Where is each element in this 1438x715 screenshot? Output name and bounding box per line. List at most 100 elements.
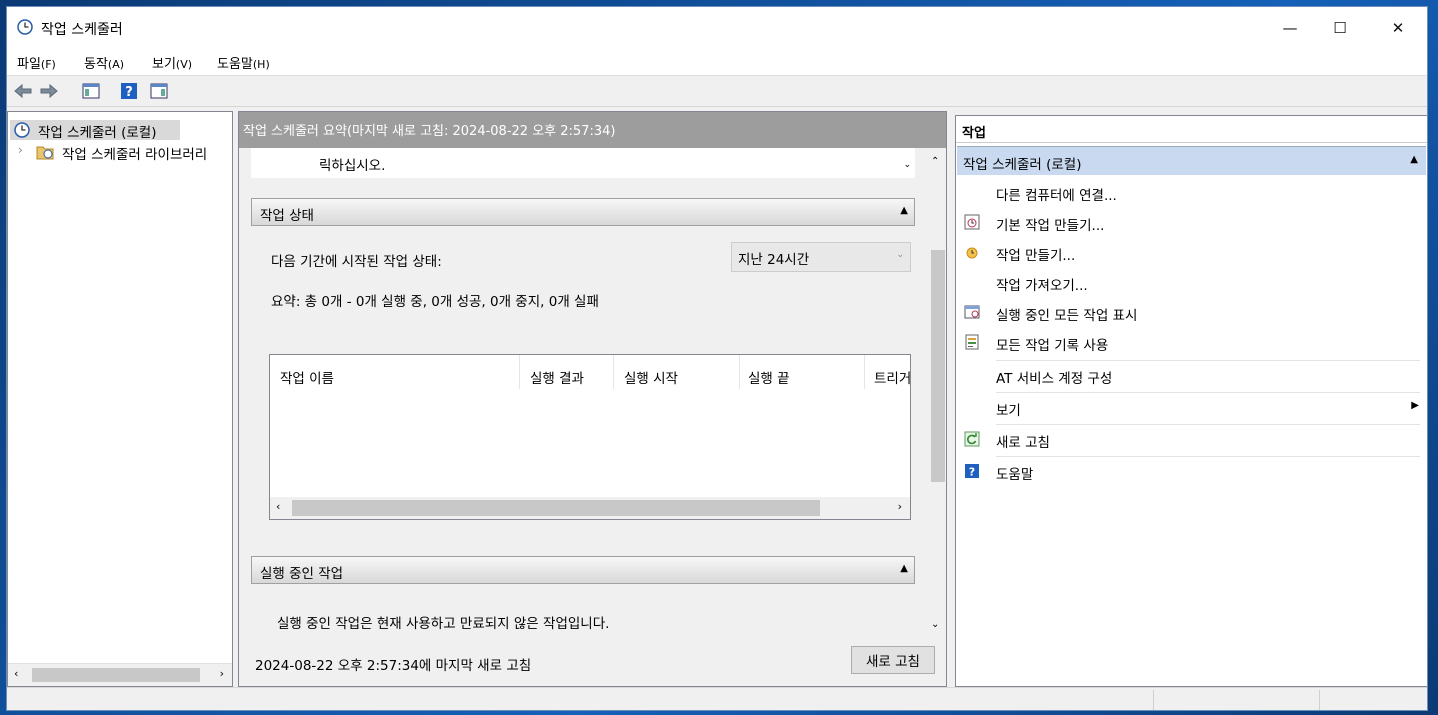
col-divider [613,355,614,389]
menu-action[interactable]: 동작(A) [84,53,124,72]
tree-horizontal-scrollbar[interactable]: ‹ › [8,663,232,686]
summary-pane: 작업 스케줄러 요약(마지막 새로 고침: 2024-08-22 오후 2:57… [238,111,947,687]
col-divider [739,355,740,389]
expand-chevron-icon[interactable]: › [18,143,23,157]
scroll-thumb[interactable] [292,500,820,516]
collapse-arrow-icon[interactable]: ▲ [900,205,908,216]
running-tasks-body: 실행 중인 작업은 현재 사용하고 만료되지 않은 작업입니다. [251,584,915,632]
clock-icon [14,122,30,138]
action-label: 새로 고침 [996,435,1050,451]
menu-view[interactable]: 보기(V) [152,53,192,72]
menu-help[interactable]: 도움말(H) [217,53,270,72]
overview-scroll-down-icon[interactable]: ⌄ [903,160,911,170]
action-view[interactable]: 보기 ▶ [956,393,1425,423]
toolbar: ? [7,76,1427,107]
running-tasks-icon [964,305,980,319]
table-horizontal-scrollbar[interactable]: ‹ › [270,497,910,519]
show-hide-tree-icon[interactable] [81,81,101,101]
summary-vertical-scrollbar[interactable]: ⌃ ⌄ [929,154,945,632]
action-label: 도움말 [996,467,1034,483]
scroll-thumb[interactable] [32,668,200,682]
history-icon [965,334,979,350]
running-tasks-title: 실행 중인 작업 [260,566,344,582]
action-display-running-tasks[interactable]: 실행 중인 모든 작업 표시 [956,298,1425,328]
maximize-button[interactable]: ☐ [1317,7,1363,48]
col-task-name[interactable]: 작업 이름 [280,367,334,387]
help-icon: ? [965,464,979,479]
scroll-right-icon[interactable]: › [898,500,902,513]
action-label: AT 서비스 계정 구성 [996,371,1113,387]
action-enable-history[interactable]: 모든 작업 기록 사용 [956,328,1425,358]
period-dropdown[interactable]: 지난 24시간 ⌄ [731,242,911,272]
svg-text:?: ? [125,85,133,100]
task-status-title: 작업 상태 [260,208,314,224]
menu-file[interactable]: 파일(F) [17,53,56,72]
col-divider [864,355,865,389]
scroll-thumb[interactable] [931,250,945,482]
submenu-arrow-icon: ▶ [1411,400,1419,411]
scroll-right-icon[interactable]: › [220,667,224,680]
action-import-task[interactable]: 작업 가져오기... [956,268,1425,298]
action-label: 보기 [996,403,1021,419]
actions-title: 작업 [962,126,986,141]
scroll-left-icon[interactable]: ‹ [14,667,18,680]
svg-text:?: ? [969,466,975,479]
status-summary: 요약: 총 0개 - 0개 실행 중, 0개 성공, 0개 중지, 0개 실패 [271,294,599,310]
window-title: 작업 스케줄러 [41,22,123,38]
running-tasks-section-header[interactable]: 실행 중인 작업 ▲ [251,556,915,584]
task-status-section-header[interactable]: 작업 상태 ▲ [251,198,915,226]
tree-item-library[interactable]: › 작업 스케줄러 라이브러리 [16,142,232,162]
action-refresh[interactable]: 새로 고침 [956,425,1425,455]
clock-icon [17,19,33,35]
collapse-arrow-icon[interactable]: ▲ [900,563,908,574]
col-divider [519,355,520,389]
action-connect-computer[interactable]: 다른 컴퓨터에 연결... [956,178,1425,208]
forward-arrow-icon[interactable] [39,81,59,101]
action-create-task[interactable]: 작업 만들기... [956,238,1425,268]
scroll-down-icon[interactable]: ⌄ [931,619,939,630]
create-task-icon [966,247,978,259]
action-label: 기본 작업 만들기... [996,218,1105,234]
action-label: 작업 만들기... [996,248,1076,264]
task-status-body: 다음 기간에 시작된 작업 상태: 지난 24시간 ⌄ 요약: 총 0개 - 0… [251,226,915,542]
running-tasks-description: 실행 중인 작업은 현재 사용하고 만료되지 않은 작업입니다. [277,616,610,632]
minimize-button[interactable]: — [1267,7,1313,48]
collapse-arrow-icon[interactable]: ▲ [1410,154,1418,165]
refresh-button[interactable]: 새로 고침 [851,646,935,674]
col-run-result[interactable]: 실행 결과 [530,367,584,387]
action-label: 실행 중인 모든 작업 표시 [996,308,1138,324]
show-hide-action-pane-icon[interactable] [149,81,169,101]
action-label: 모든 작업 기록 사용 [996,338,1109,354]
tree-library-label: 작업 스케줄러 라이브러리 [62,147,208,162]
action-create-basic-task[interactable]: 기본 작업 만들기... [956,208,1425,238]
last-refresh-text: 2024-08-22 오후 2:57:34에 마지막 새로 고침 [255,658,532,674]
action-label: 작업 가져오기... [996,278,1088,294]
summary-header: 작업 스케줄러 요약(마지막 새로 고침: 2024-08-22 오후 2:57… [239,112,946,148]
tree-root-label: 작업 스케줄러 (로컬) [38,125,157,141]
actions-group-header[interactable]: 작업 스케줄러 (로컬) ▲ [957,146,1426,175]
help-icon[interactable]: ? [119,81,139,101]
basic-task-icon [964,214,980,230]
col-run-end[interactable]: 실행 끝 [748,367,790,387]
status-bar [7,687,1427,710]
tree-item-root[interactable]: 작업 스케줄러 (로컬) [10,120,180,141]
close-button[interactable]: ✕ [1375,7,1421,48]
overview-cut-text: 릭하십시오. [319,158,386,174]
action-label: 다른 컴퓨터에 연결... [996,188,1117,204]
task-status-table[interactable]: 작업 이름 실행 결과 실행 시작 실행 끝 트리거 ‹ › [269,354,911,520]
action-help[interactable]: ? 도움말 [956,457,1425,487]
task-scheduler-window: 작업 스케줄러 — ☐ ✕ 파일(F) 동작(A) 보기(V) 도움말(H) ? [6,6,1428,711]
period-label: 다음 기간에 시작된 작업 상태: [271,254,442,270]
scroll-left-icon[interactable]: ‹ [276,500,280,513]
refresh-icon [964,431,980,447]
summary-header-text: 작업 스케줄러 요약(마지막 새로 고침: 2024-08-22 오후 2:57… [243,124,616,139]
col-trigger[interactable]: 트리거 [874,367,910,387]
chevron-down-icon: ⌄ [896,250,904,260]
actions-group-label: 작업 스케줄러 (로컬) [963,157,1082,173]
menu-bar: 파일(F) 동작(A) 보기(V) 도움말(H) [7,48,1427,76]
col-run-start[interactable]: 실행 시작 [624,367,678,387]
status-divider [1153,690,1154,710]
back-arrow-icon[interactable] [13,81,33,101]
action-configure-at-service[interactable]: AT 서비스 계정 구성 [956,361,1425,391]
scroll-up-icon[interactable]: ⌃ [931,156,939,167]
